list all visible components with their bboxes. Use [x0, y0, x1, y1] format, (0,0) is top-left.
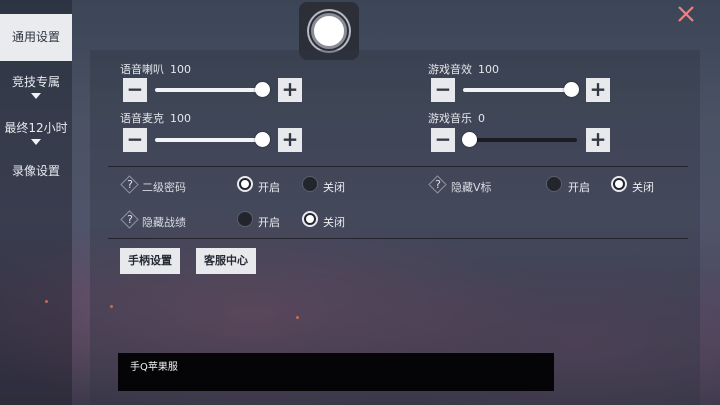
- hide-record-label: 隐藏战绩: [142, 216, 186, 229]
- slider-name: 游戏音乐: [428, 112, 472, 125]
- sfx-volume-minus-button[interactable]: −: [431, 78, 455, 102]
- sidebar-item-final-12-hours[interactable]: 最终12小时: [0, 119, 72, 145]
- slider-value: 100: [478, 63, 499, 76]
- sidebar-item-label: 竞技专属: [11, 75, 60, 89]
- second-password-on-radio[interactable]: [237, 176, 253, 192]
- second-password-off-radio[interactable]: [302, 176, 318, 192]
- speaker-volume-minus-button[interactable]: −: [123, 78, 147, 102]
- music-volume-minus-button[interactable]: −: [431, 128, 455, 152]
- divider: [108, 166, 688, 167]
- slider-name: 语音喇叭: [120, 63, 164, 76]
- slider-value: 100: [170, 112, 191, 125]
- chevron-down-icon: [31, 93, 41, 99]
- slider-knob[interactable]: [255, 132, 270, 147]
- hide-v-badge-off-radio[interactable]: [611, 176, 627, 192]
- chevron-down-icon: [31, 139, 41, 145]
- speaker-volume-plus-button[interactable]: +: [278, 78, 302, 102]
- slider-fill: [463, 88, 571, 92]
- second-password-label: 二级密码: [142, 181, 186, 194]
- mic-volume-minus-button[interactable]: −: [123, 128, 147, 152]
- controller-settings-button[interactable]: 手柄设置: [120, 248, 180, 274]
- slider-label: 语音喇叭 100: [120, 61, 191, 77]
- slider-value: 0: [478, 112, 485, 125]
- slider-knob[interactable]: [564, 82, 579, 97]
- radio-label: 关闭: [323, 216, 345, 229]
- ember-particle: [45, 300, 48, 303]
- slider-knob[interactable]: [462, 132, 477, 147]
- close-icon: [678, 6, 694, 22]
- circle-button-icon: [311, 13, 347, 49]
- sidebar-item-general[interactable]: 通用设置: [0, 14, 72, 61]
- divider: [108, 238, 688, 239]
- hide-v-badge-label: 隐藏V标: [451, 181, 492, 194]
- slider-name: 语音麦克: [120, 112, 164, 125]
- sidebar-item-label: 录像设置: [11, 164, 60, 178]
- ember-particle: [296, 316, 299, 319]
- radio-label: 开启: [258, 181, 280, 194]
- help-icon[interactable]: ?: [122, 177, 138, 193]
- slider-label: 语音麦克 100: [120, 110, 191, 126]
- help-icon[interactable]: ?: [430, 177, 446, 193]
- close-button[interactable]: [674, 2, 698, 26]
- sidebar-item-replay[interactable]: 录像设置: [0, 162, 72, 179]
- hide-v-badge-on-radio[interactable]: [546, 176, 562, 192]
- radio-label: 关闭: [632, 181, 654, 194]
- ember-particle: [110, 305, 113, 308]
- slider-fill: [155, 138, 262, 142]
- sidebar-item-label: 最终12小时: [4, 121, 68, 135]
- server-info-box: 手Q苹果服: [118, 353, 554, 391]
- music-volume-slider[interactable]: [462, 132, 577, 147]
- mic-volume-slider[interactable]: [155, 132, 270, 147]
- help-icon[interactable]: ?: [122, 212, 138, 228]
- slider-name: 游戏音效: [428, 63, 472, 76]
- sfx-volume-slider[interactable]: [463, 82, 579, 97]
- sidebar-item-competitive[interactable]: 竞技专属: [0, 73, 72, 99]
- customer-service-button[interactable]: 客服中心: [196, 248, 256, 274]
- sfx-volume-plus-button[interactable]: +: [586, 78, 610, 102]
- hide-record-off-radio[interactable]: [302, 211, 318, 227]
- hide-record-on-radio[interactable]: [237, 211, 253, 227]
- slider-fill: [155, 88, 262, 92]
- slider-label: 游戏音效 100: [428, 61, 499, 77]
- slider-knob[interactable]: [255, 82, 270, 97]
- radio-label: 开启: [568, 181, 590, 194]
- slider-label: 游戏音乐 0: [428, 110, 485, 126]
- speaker-volume-slider[interactable]: [155, 82, 270, 97]
- slider-value: 100: [170, 63, 191, 76]
- sidebar-item-label: 通用设置: [11, 30, 60, 44]
- mic-volume-plus-button[interactable]: +: [278, 128, 302, 152]
- radio-label: 开启: [258, 216, 280, 229]
- server-info-text: 手Q苹果服: [130, 362, 178, 373]
- music-volume-plus-button[interactable]: +: [586, 128, 610, 152]
- sidebar: 通用设置 竞技专属 最终12小时 录像设置: [0, 0, 72, 405]
- radio-label: 关闭: [323, 181, 345, 194]
